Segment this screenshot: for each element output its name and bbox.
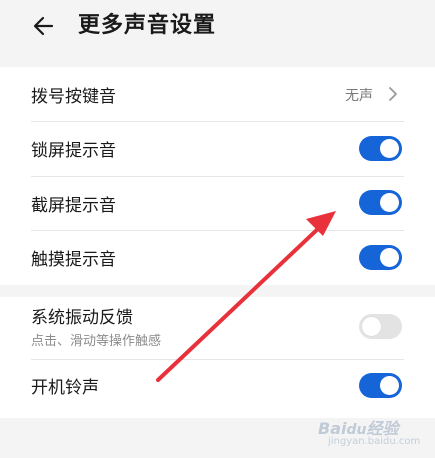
- toggle-knob: [380, 248, 399, 267]
- baidu-watermark-url: jingyan.baidu.com: [328, 436, 421, 447]
- header: 更多声音设置: [0, 0, 435, 58]
- toggle-knob: [380, 139, 399, 158]
- setting-row-touch-tone: 触摸提示音: [0, 231, 435, 285]
- lock-screen-tone-toggle[interactable]: [359, 136, 402, 161]
- toggle-knob: [380, 193, 399, 212]
- setting-row-system-vibration: 系统振动反馈 点击、滑动等操作触感: [0, 297, 435, 359]
- settings-card-sound: 拨号按键音 无声 锁屏提示音 截屏提示音 触摸提示音: [0, 67, 435, 285]
- setting-label: 触摸提示音: [31, 250, 116, 270]
- setting-value: 无声: [345, 88, 373, 104]
- back-arrow-icon[interactable]: [30, 12, 58, 40]
- page-title: 更多声音设置: [78, 13, 217, 38]
- setting-label: 系统振动反馈: [31, 308, 133, 328]
- setting-row-screenshot-tone: 截屏提示音: [0, 177, 435, 231]
- system-vibration-toggle[interactable]: [359, 314, 402, 339]
- setting-description: 点击、滑动等操作触感: [31, 334, 162, 349]
- toggle-knob: [380, 376, 399, 395]
- settings-card-vibration: 系统振动反馈 点击、滑动等操作触感 开机铃声: [0, 297, 435, 418]
- setting-label: 拨号按键音: [31, 87, 116, 107]
- setting-label: 开机铃声: [31, 378, 99, 398]
- setting-label: 锁屏提示音: [31, 141, 116, 161]
- setting-row-lock-screen-tone: 锁屏提示音: [0, 122, 435, 176]
- chevron-right-icon: [389, 87, 397, 101]
- sound-settings-screen: 更多声音设置 拨号按键音 无声 锁屏提示音 截屏提示音 触摸提示音 系统振动反馈…: [0, 0, 435, 458]
- touch-tone-toggle[interactable]: [359, 245, 402, 270]
- setting-label: 截屏提示音: [31, 196, 116, 216]
- setting-row-boot-ringtone: 开机铃声: [0, 360, 435, 418]
- toggle-knob: [362, 317, 381, 336]
- setting-row-dial-keypad-tone[interactable]: 拨号按键音 无声: [0, 67, 435, 121]
- screenshot-tone-toggle[interactable]: [359, 190, 402, 215]
- boot-ringtone-toggle[interactable]: [359, 373, 402, 398]
